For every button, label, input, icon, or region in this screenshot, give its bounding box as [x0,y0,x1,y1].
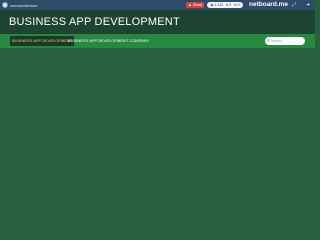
expand-icon[interactable]: ⤢ [290,1,298,9]
board-header: BUSINESS APP DEVELOPMENT [0,10,315,34]
share-label: Share [192,3,203,7]
comments-count[interactable]: ✉ 0 [234,2,240,8]
top-bar: coconutbeaver ▲ Share ◉ 2,145 ♥ 0 ✉ 0 ne… [0,0,315,10]
board-content [0,48,315,210]
search-icon: ⚲ [267,38,270,43]
share-icon: ▲ [187,2,192,7]
search-box[interactable]: ⚲ [265,37,305,45]
comment-icon: ✉ [233,3,237,7]
heart-icon: ♥ [225,3,229,7]
login-icon[interactable]: ➜ [304,1,312,9]
search-input[interactable] [270,38,301,44]
user-menu[interactable]: coconutbeaver [2,1,38,9]
brand-logo[interactable]: netboard.me [249,1,288,9]
tab-business-app-development[interactable]: BUSINESS APP DEVELOPMENT [10,36,75,46]
board-nav: BUSINESS APP DEVELOPMENT BUSINESS APP DE… [0,34,315,48]
tab-business-app-development-company[interactable]: BUSINESS APP DEVELOPMENT COMPANY [66,36,151,46]
username: coconutbeaver [10,2,38,8]
eye-icon: ◉ [210,3,214,7]
page-title: BUSINESS APP DEVELOPMENT [9,16,180,28]
board-stats: ◉ 2,145 ♥ 0 ✉ 0 [207,2,243,8]
likes-count[interactable]: ♥ 0 [226,2,231,8]
views-count: ◉ 2,145 [210,3,224,7]
share-button[interactable]: ▲ Share [186,2,204,8]
avatar [2,2,8,8]
